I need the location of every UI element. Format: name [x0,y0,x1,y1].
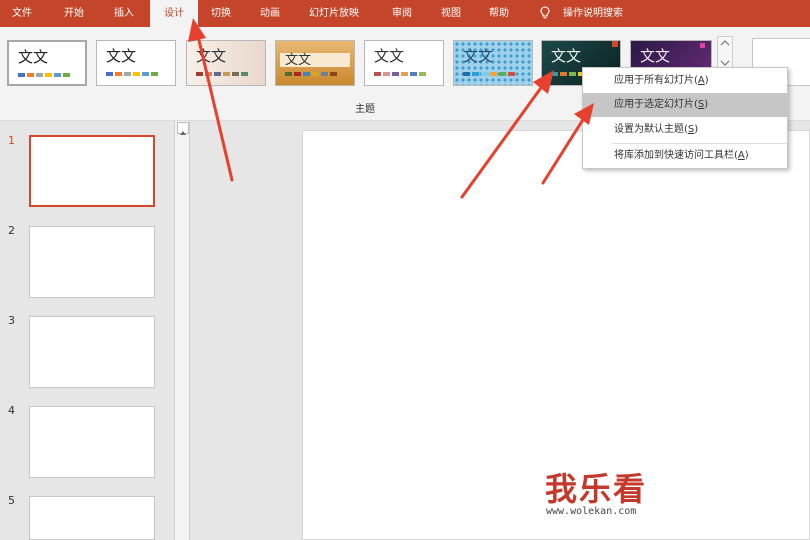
tab-help[interactable]: 帮助 [489,0,509,27]
theme-color-bar [106,72,158,76]
slide-thumbnail-1[interactable] [29,135,155,207]
menu-apply-all-slides[interactable]: 应用于所有幻灯片(A) [583,69,787,93]
menu-apply-selected-slides[interactable]: 应用于选定幻灯片(S) [583,93,787,117]
theme-accent-mark [700,43,705,48]
theme-thumb-text: 文文 [285,53,312,68]
tab-animations[interactable]: 动画 [260,0,280,27]
theme-organic[interactable]: 文文 [364,40,444,86]
theme-thumb-text: 文文 [196,47,227,65]
tell-me-search[interactable]: 操作说明搜索 [563,0,623,27]
theme-office-2[interactable]: 文文 [96,40,176,86]
triangle-up-icon [180,131,186,135]
menu-add-to-quick-access[interactable]: 将库添加到快速访问工具栏(A) [583,144,787,168]
ribbon-tab-bar: 文件 开始 插入 设计 切换 动画 幻灯片放映 审阅 视图 帮助 操作说明搜索 [0,0,810,27]
menu-label: 将库添加到快速访问工具栏( [614,150,738,161]
tab-review[interactable]: 审阅 [392,0,412,27]
tab-view[interactable]: 视图 [441,0,461,27]
menu-label: 应用于选定幻灯片( [614,99,698,110]
slide-number: 2 [8,224,15,237]
slide-number: 3 [8,314,15,327]
slide-number: 1 [8,134,15,147]
tab-insert[interactable]: 插入 [114,0,134,27]
theme-thumb-text: 文文 [18,48,49,66]
lightbulb-icon [540,6,550,19]
menu-label-end: ) [704,99,709,110]
menu-label: 应用于所有幻灯片( [614,75,698,86]
tab-home[interactable]: 开始 [64,0,84,27]
theme-thumb-text: 文文 [374,47,405,65]
watermark-text: 我乐看 [545,470,648,508]
theme-thumb-text: 文文 [106,47,137,65]
slide-thumbnail-3[interactable] [29,316,155,388]
watermark-logo: 我乐看 www.wolekan.com [545,472,647,518]
theme-office[interactable]: 文文 [7,40,87,86]
watermark-url: www.wolekan.com [546,506,637,517]
theme-ion[interactable]: 文文 [275,40,355,86]
theme-color-bar [18,73,70,77]
theme-accent-mark [612,41,618,47]
theme-thumb-text: 文文 [640,47,671,65]
theme-color-bar [463,72,515,76]
theme-color-bar [374,72,426,76]
menu-label: 设置为默认主题( [614,124,688,135]
theme-facet[interactable]: 文文 [186,40,266,86]
theme-thumb-text: 文文 [463,47,494,65]
theme-color-bar [196,72,248,76]
slide-number: 5 [8,494,15,507]
tab-design[interactable]: 设计 [150,0,198,27]
tab-file[interactable]: 文件 [12,0,32,27]
menu-label-end: ) [694,124,699,135]
scroll-up-button[interactable] [177,122,189,135]
theme-context-menu: 应用于所有幻灯片(A) 应用于选定幻灯片(S) 设置为默认主题(S) 将库添加到… [582,67,788,169]
menu-label-end: ) [744,150,749,161]
group-label-themes: 主题 [355,104,375,115]
slide-thumbnail-4[interactable] [29,406,155,478]
tab-transitions[interactable]: 切换 [211,0,231,27]
menu-accelerator: A [697,75,705,86]
slide-thumbnail-2[interactable] [29,226,155,298]
theme-dots[interactable]: 文文 [453,40,533,86]
theme-color-bar [285,72,337,76]
menu-label-end: ) [704,75,709,86]
menu-set-default-theme[interactable]: 设置为默认主题(S) [583,118,787,142]
tab-slideshow[interactable]: 幻灯片放映 [309,0,359,27]
theme-thumb-text: 文文 [551,47,582,65]
slide-thumbnail-5[interactable] [29,496,155,540]
thumbnail-scrollbar[interactable] [174,121,190,540]
menu-accelerator: A [737,150,745,161]
slide-number: 4 [8,404,15,417]
